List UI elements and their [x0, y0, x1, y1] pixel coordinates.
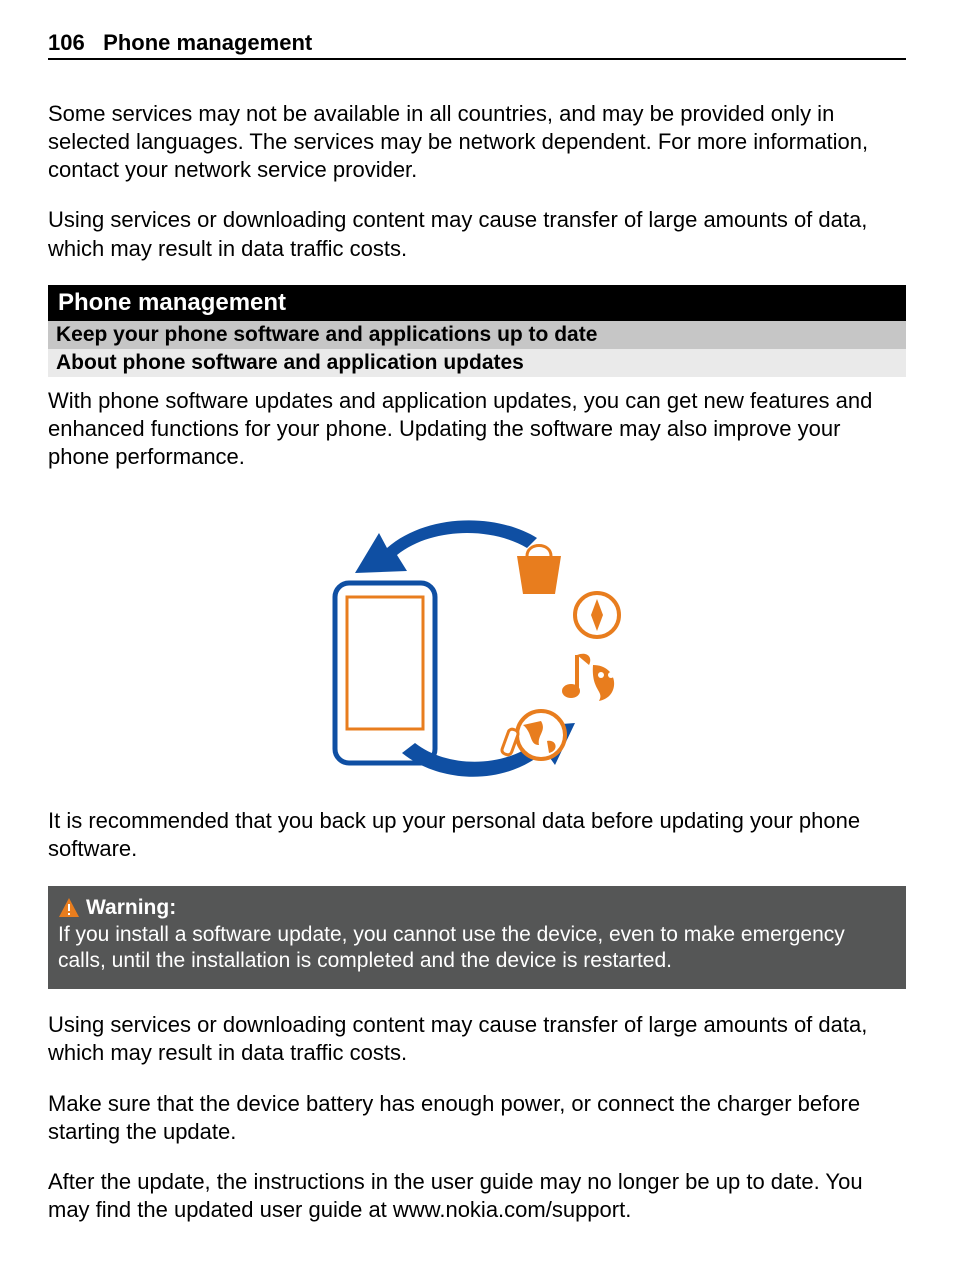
- warning-icon: [58, 897, 80, 919]
- update-cycle-icon: [307, 493, 647, 793]
- intro-paragraph-2: Using services or downloading content ma…: [48, 206, 906, 262]
- body-paragraph-4: It is recommended that you back up your …: [48, 807, 906, 863]
- page-number: 106: [48, 30, 85, 55]
- after-paragraph-5: Using services or downloading content ma…: [48, 1011, 906, 1067]
- warning-label: Warning:: [86, 896, 176, 920]
- warning-box: Warning: If you install a software updat…: [48, 886, 906, 990]
- page-header-title: Phone management: [103, 30, 312, 55]
- page-header: 106 Phone management: [48, 30, 906, 60]
- after-paragraph-6: Make sure that the device battery has en…: [48, 1090, 906, 1146]
- intro-paragraph-1: Some services may not be available in al…: [48, 100, 906, 184]
- body-paragraph-3: With phone software updates and applicat…: [48, 387, 906, 471]
- warning-text: If you install a software update, you ca…: [58, 922, 894, 976]
- section-heading-lightgrey: About phone software and application upd…: [48, 349, 906, 377]
- section-heading-black: Phone management: [48, 285, 906, 321]
- page: 106 Phone management Some services may n…: [0, 0, 954, 1286]
- warning-heading: Warning:: [58, 896, 894, 920]
- update-cycle-illustration: [48, 493, 906, 793]
- section-heading-grey: Keep your phone software and application…: [48, 321, 906, 349]
- after-paragraph-7: After the update, the instructions in th…: [48, 1168, 906, 1224]
